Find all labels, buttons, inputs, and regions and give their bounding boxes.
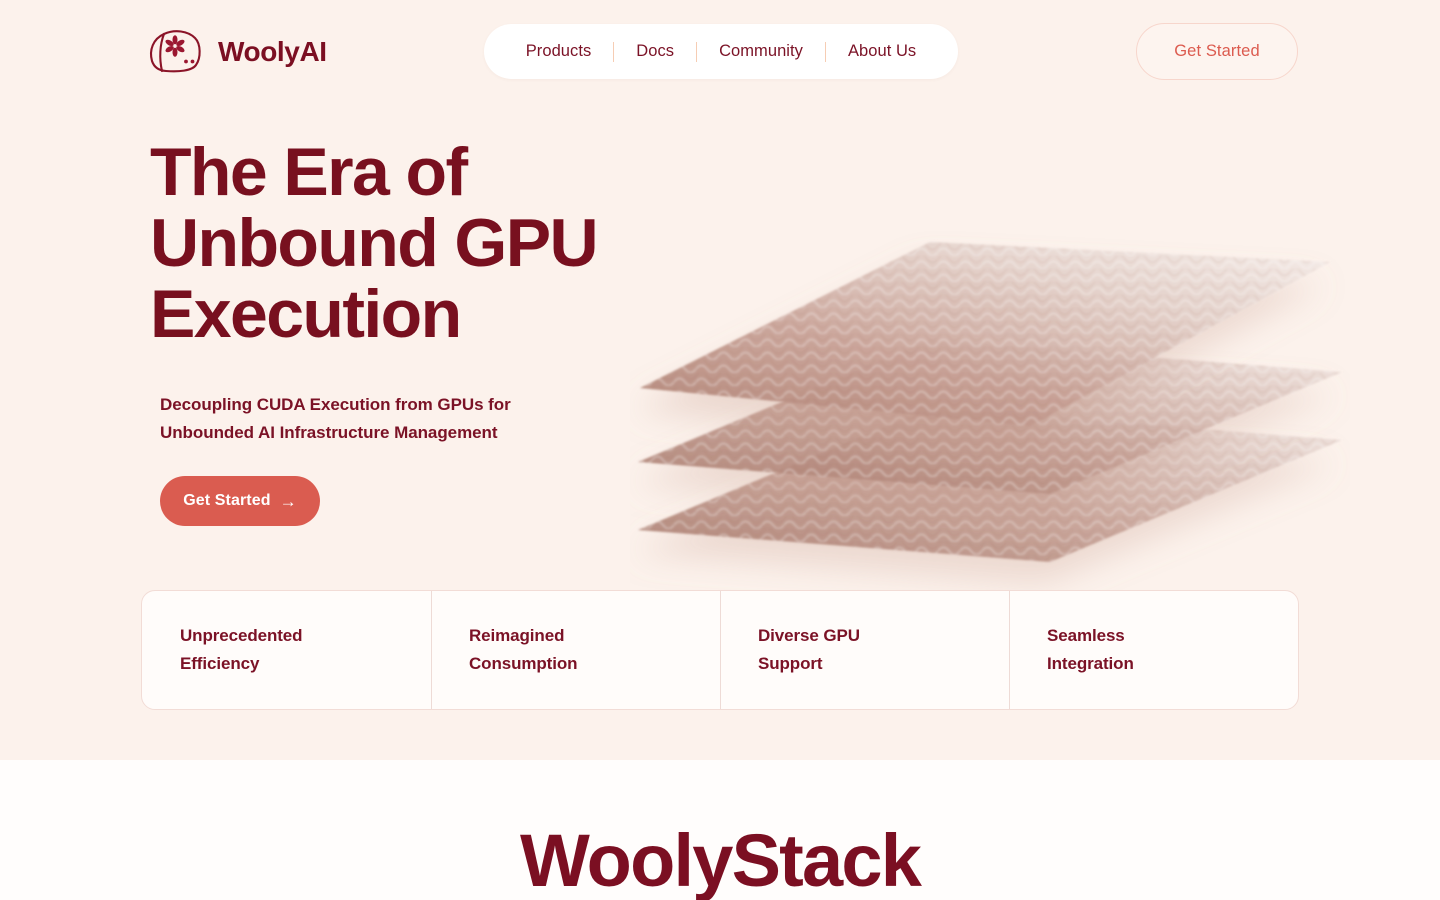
feature-highlights-bar: Unprecedented Efficiency Reimagined Cons… (141, 590, 1299, 710)
hero-title: The Era of Unbound GPU Execution (150, 134, 599, 352)
landing-page: WoolyAI Products Docs Community About Us… (0, 0, 1440, 900)
nav-item-docs[interactable]: Docs (614, 42, 696, 61)
feature-label: Diverse GPU Support (758, 626, 860, 673)
woolystack-section: WoolyStack (0, 760, 1440, 900)
feature-card-diverse-gpu-support[interactable]: Diverse GPU Support (720, 591, 1009, 709)
woolystack-title: WoolyStack (519, 819, 922, 900)
brand-name: WoolyAI (218, 36, 327, 67)
feature-card-reimagined-consumption[interactable]: Reimagined Consumption (431, 591, 720, 709)
brand-logo[interactable]: WoolyAI (144, 28, 327, 76)
feature-card-unprecedented-efficiency[interactable]: Unprecedented Efficiency (142, 591, 431, 709)
nav-item-community[interactable]: Community (697, 42, 825, 61)
stacked-layers-illustration (630, 230, 1350, 590)
nav-item-about-us[interactable]: About Us (826, 42, 938, 61)
site-header: WoolyAI Products Docs Community About Us… (0, 0, 1440, 104)
hero-copy: The Era of Unbound GPU Execution Decoupl… (150, 137, 710, 526)
hero-cta-label: Get Started (183, 492, 271, 509)
arrow-right-icon: → (279, 491, 297, 511)
feature-card-seamless-integration[interactable]: Seamless Integration (1009, 591, 1298, 709)
hero-get-started-button[interactable]: Get Started → (160, 476, 320, 526)
main-navigation: Products Docs Community About Us (484, 24, 958, 79)
sheep-pinwheel-logo-icon (144, 28, 206, 76)
hero-subtitle: Decoupling CUDA Execution from GPUs for … (160, 395, 511, 442)
feature-label: Seamless Integration (1047, 626, 1134, 673)
feature-label: Unprecedented Efficiency (180, 626, 303, 673)
feature-label: Reimagined Consumption (469, 626, 578, 673)
nav-item-products[interactable]: Products (504, 42, 614, 61)
hero-section: WoolyAI Products Docs Community About Us… (0, 0, 1440, 760)
header-get-started-button[interactable]: Get Started (1136, 23, 1298, 80)
